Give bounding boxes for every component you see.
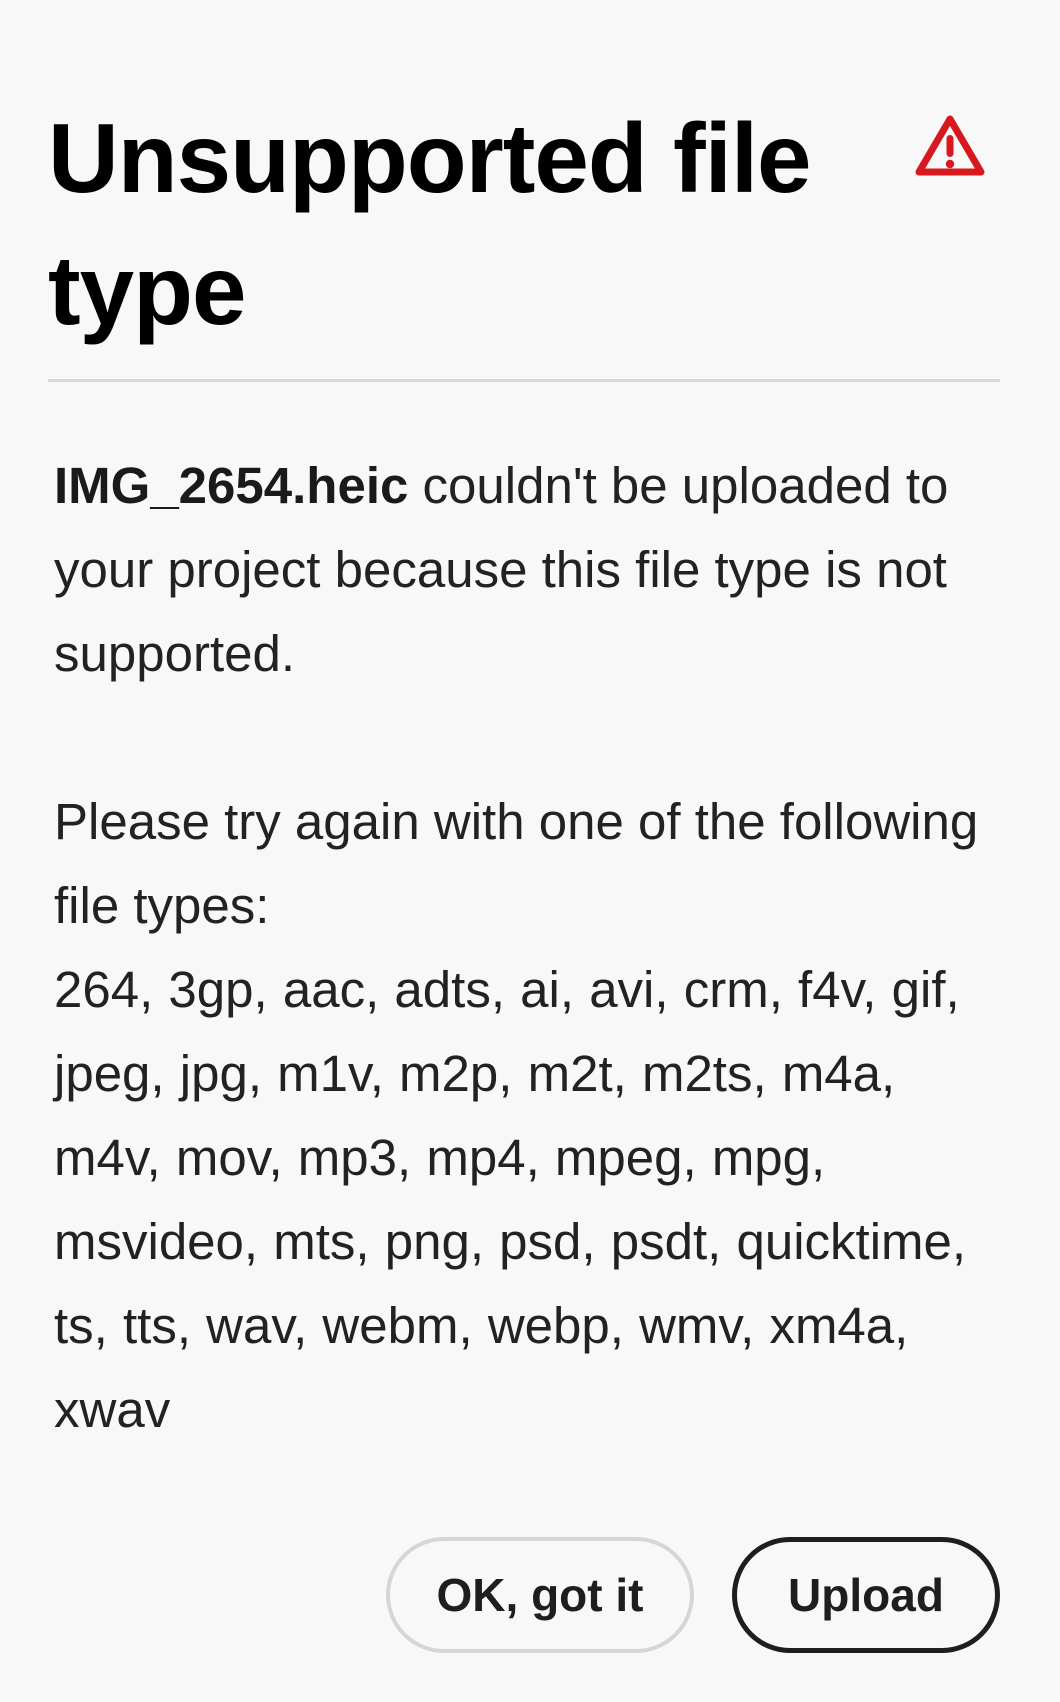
file-name: IMG_2654.heic	[54, 457, 409, 514]
ok-got-it-button[interactable]: OK, got it	[386, 1537, 694, 1653]
alert-triangle-icon	[914, 114, 986, 178]
unsupported-file-dialog: Unsupported file type IMG_2654.heic coul…	[0, 0, 1060, 1702]
header-divider	[48, 379, 1000, 382]
dialog-header: Unsupported file type	[48, 92, 998, 372]
dialog-body: IMG_2654.heic couldn't be uploaded to yo…	[54, 444, 1004, 1452]
upload-button[interactable]: Upload	[732, 1537, 1000, 1653]
dialog-title: Unsupported file type	[48, 103, 812, 345]
error-message: IMG_2654.heic couldn't be uploaded to yo…	[54, 444, 1004, 696]
supported-file-types: 264, 3gp, aac, adts, ai, avi, crm, f4v, …	[54, 961, 967, 1438]
instruction-text: Please try again with one of the followi…	[54, 793, 979, 934]
